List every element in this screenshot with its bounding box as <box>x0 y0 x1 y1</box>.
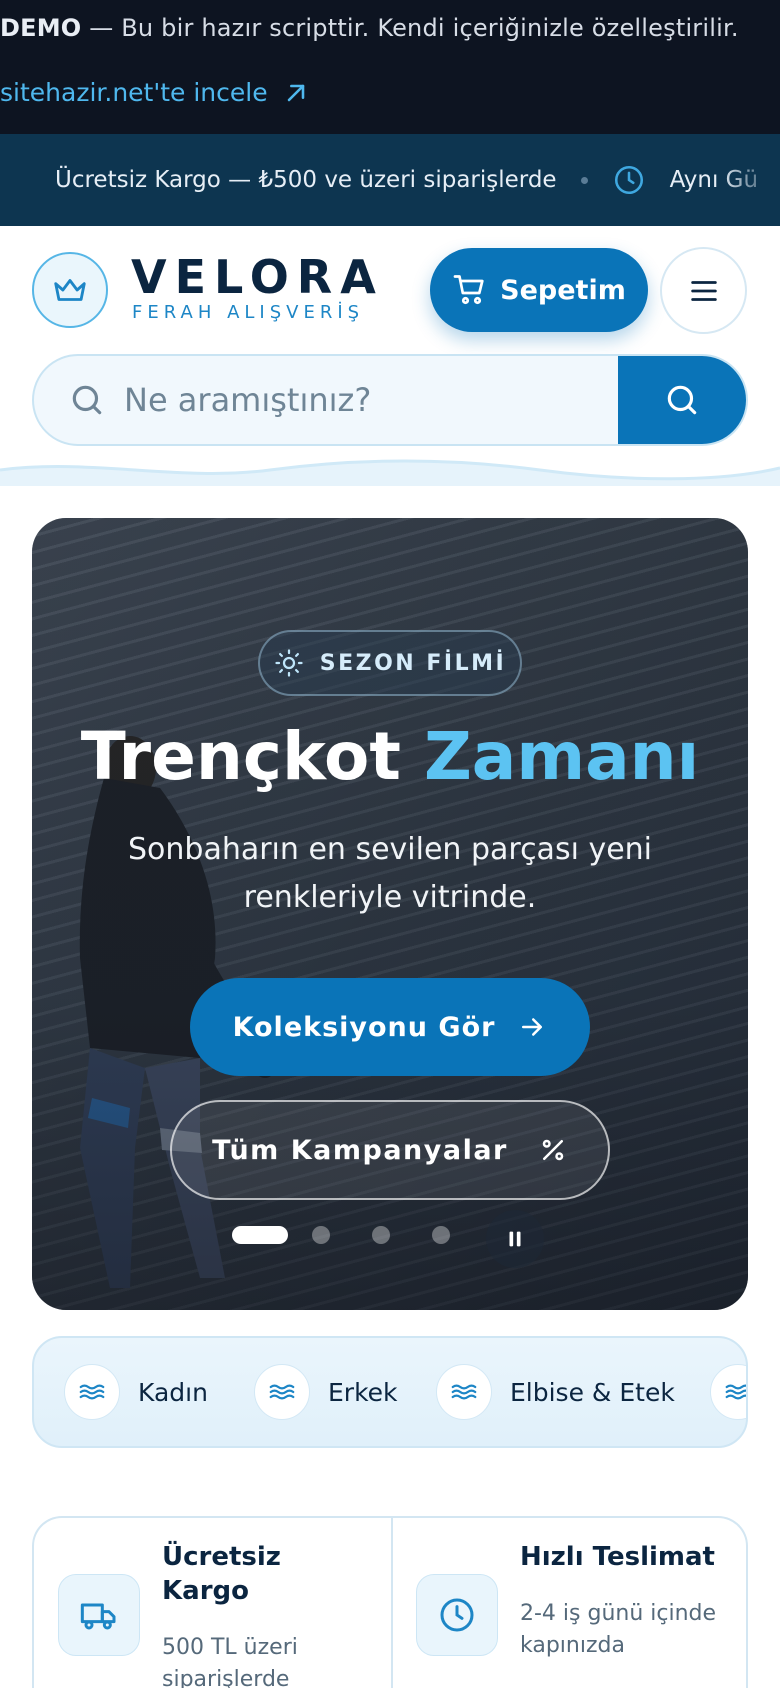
truck-icon <box>58 1574 140 1656</box>
view-collection-button[interactable]: Koleksiyonu Gör <box>190 978 590 1076</box>
cart-label: Sepetim <box>500 274 626 306</box>
category-item-partial[interactable] <box>710 1364 746 1420</box>
crown-icon <box>54 279 86 301</box>
hamburger-icon <box>690 280 717 301</box>
waves-icon <box>64 1364 120 1420</box>
slider-dot-3[interactable] <box>372 1226 390 1244</box>
clock-icon <box>416 1574 498 1656</box>
slider-pause-button[interactable] <box>486 1210 544 1268</box>
slider-dot-4[interactable] <box>432 1226 450 1244</box>
search-submit-button[interactable] <box>618 356 746 444</box>
feature-title: Hızlı Teslimat <box>520 1542 715 1572</box>
hero-title: Trençkot Zamanı <box>32 718 748 795</box>
cart-icon <box>453 275 484 305</box>
menu-button[interactable] <box>660 247 747 334</box>
feature-desc: 2-4 iş günü içinde kapınızda <box>520 1601 717 1658</box>
demo-link-label: sitehazir.net'te incele <box>0 78 268 107</box>
search-icon <box>667 385 697 415</box>
demo-link[interactable]: sitehazir.net'te incele <box>0 78 310 107</box>
demo-notice: DEMO — Bu bir hazır scripttir. Kendi içe… <box>0 14 739 42</box>
category-strip: Kadın Erkek Elbise & Etek <box>32 1336 748 1448</box>
clock-icon <box>612 163 646 197</box>
logo-crown-badge[interactable] <box>32 252 108 328</box>
all-campaigns-label: Tüm Kampanyalar <box>212 1134 508 1166</box>
wave-divider <box>0 459 780 486</box>
hero-badge-label: SEZON FİLMİ <box>319 650 507 676</box>
view-collection-label: Koleksiyonu Gör <box>232 1011 496 1043</box>
arrow-up-right-icon <box>287 84 304 101</box>
features-divider <box>391 1518 393 1688</box>
hero-badge: SEZON FİLMİ <box>258 630 522 696</box>
waves-icon <box>710 1364 746 1420</box>
sun-icon <box>275 649 303 677</box>
marquee-fade <box>720 134 780 226</box>
category-label: Elbise & Etek <box>510 1377 675 1407</box>
pause-icon <box>509 1231 521 1247</box>
features-panel: Ücretsiz Kargo 500 TL üzeri siparişlerde… <box>32 1516 748 1688</box>
search-icon <box>72 385 102 415</box>
announcement-marquee: Ücretsiz Kargo — ₺500 ve üzeri siparişle… <box>0 134 780 226</box>
marquee-item-shipping: Ücretsiz Kargo — ₺500 ve üzeri siparişle… <box>55 167 557 193</box>
waves-icon <box>254 1364 310 1420</box>
slider-dot-1[interactable] <box>232 1226 288 1244</box>
percent-icon <box>542 1139 564 1161</box>
hero-title-main: Trençkot <box>80 718 424 795</box>
hero-subtitle: Sonbaharın en sevilen parçası yeni renkl… <box>127 832 653 915</box>
cart-button[interactable]: Sepetim <box>430 248 648 332</box>
demo-notice-text: — Bu bir hazır scripttir. Kendi içeriğin… <box>81 14 739 42</box>
search-input[interactable] <box>124 356 644 444</box>
logo-wordmark[interactable]: VELORA <box>131 252 384 302</box>
waves-icon <box>436 1364 492 1420</box>
demo-label: DEMO <box>0 14 82 42</box>
logo-tagline: FERAH ALIŞVERİŞ <box>132 302 365 323</box>
feature-title: Ücretsiz Kargo <box>162 1542 281 1606</box>
category-item-elbise-etek[interactable]: Elbise & Etek <box>436 1364 675 1420</box>
search-bar <box>32 354 748 446</box>
hero-title-accent: Zamanı <box>423 718 700 795</box>
category-item-erkek[interactable]: Erkek <box>254 1364 398 1420</box>
hero-slider[interactable]: SEZON FİLMİ Trençkot Zamanı Sonbaharın e… <box>32 518 748 1310</box>
all-campaigns-button[interactable]: Tüm Kampanyalar <box>170 1100 610 1200</box>
feature-desc: 500 TL üzeri siparişlerde <box>162 1635 298 1688</box>
slider-dot-2[interactable] <box>312 1226 330 1244</box>
marquee-separator <box>580 176 588 184</box>
category-item-kadin[interactable]: Kadın <box>64 1364 208 1420</box>
arrow-right-icon <box>522 1018 543 1036</box>
demo-banner: DEMO — Bu bir hazır scripttir. Kendi içe… <box>0 0 780 134</box>
category-label: Kadın <box>138 1377 208 1407</box>
category-label: Erkek <box>328 1377 398 1407</box>
